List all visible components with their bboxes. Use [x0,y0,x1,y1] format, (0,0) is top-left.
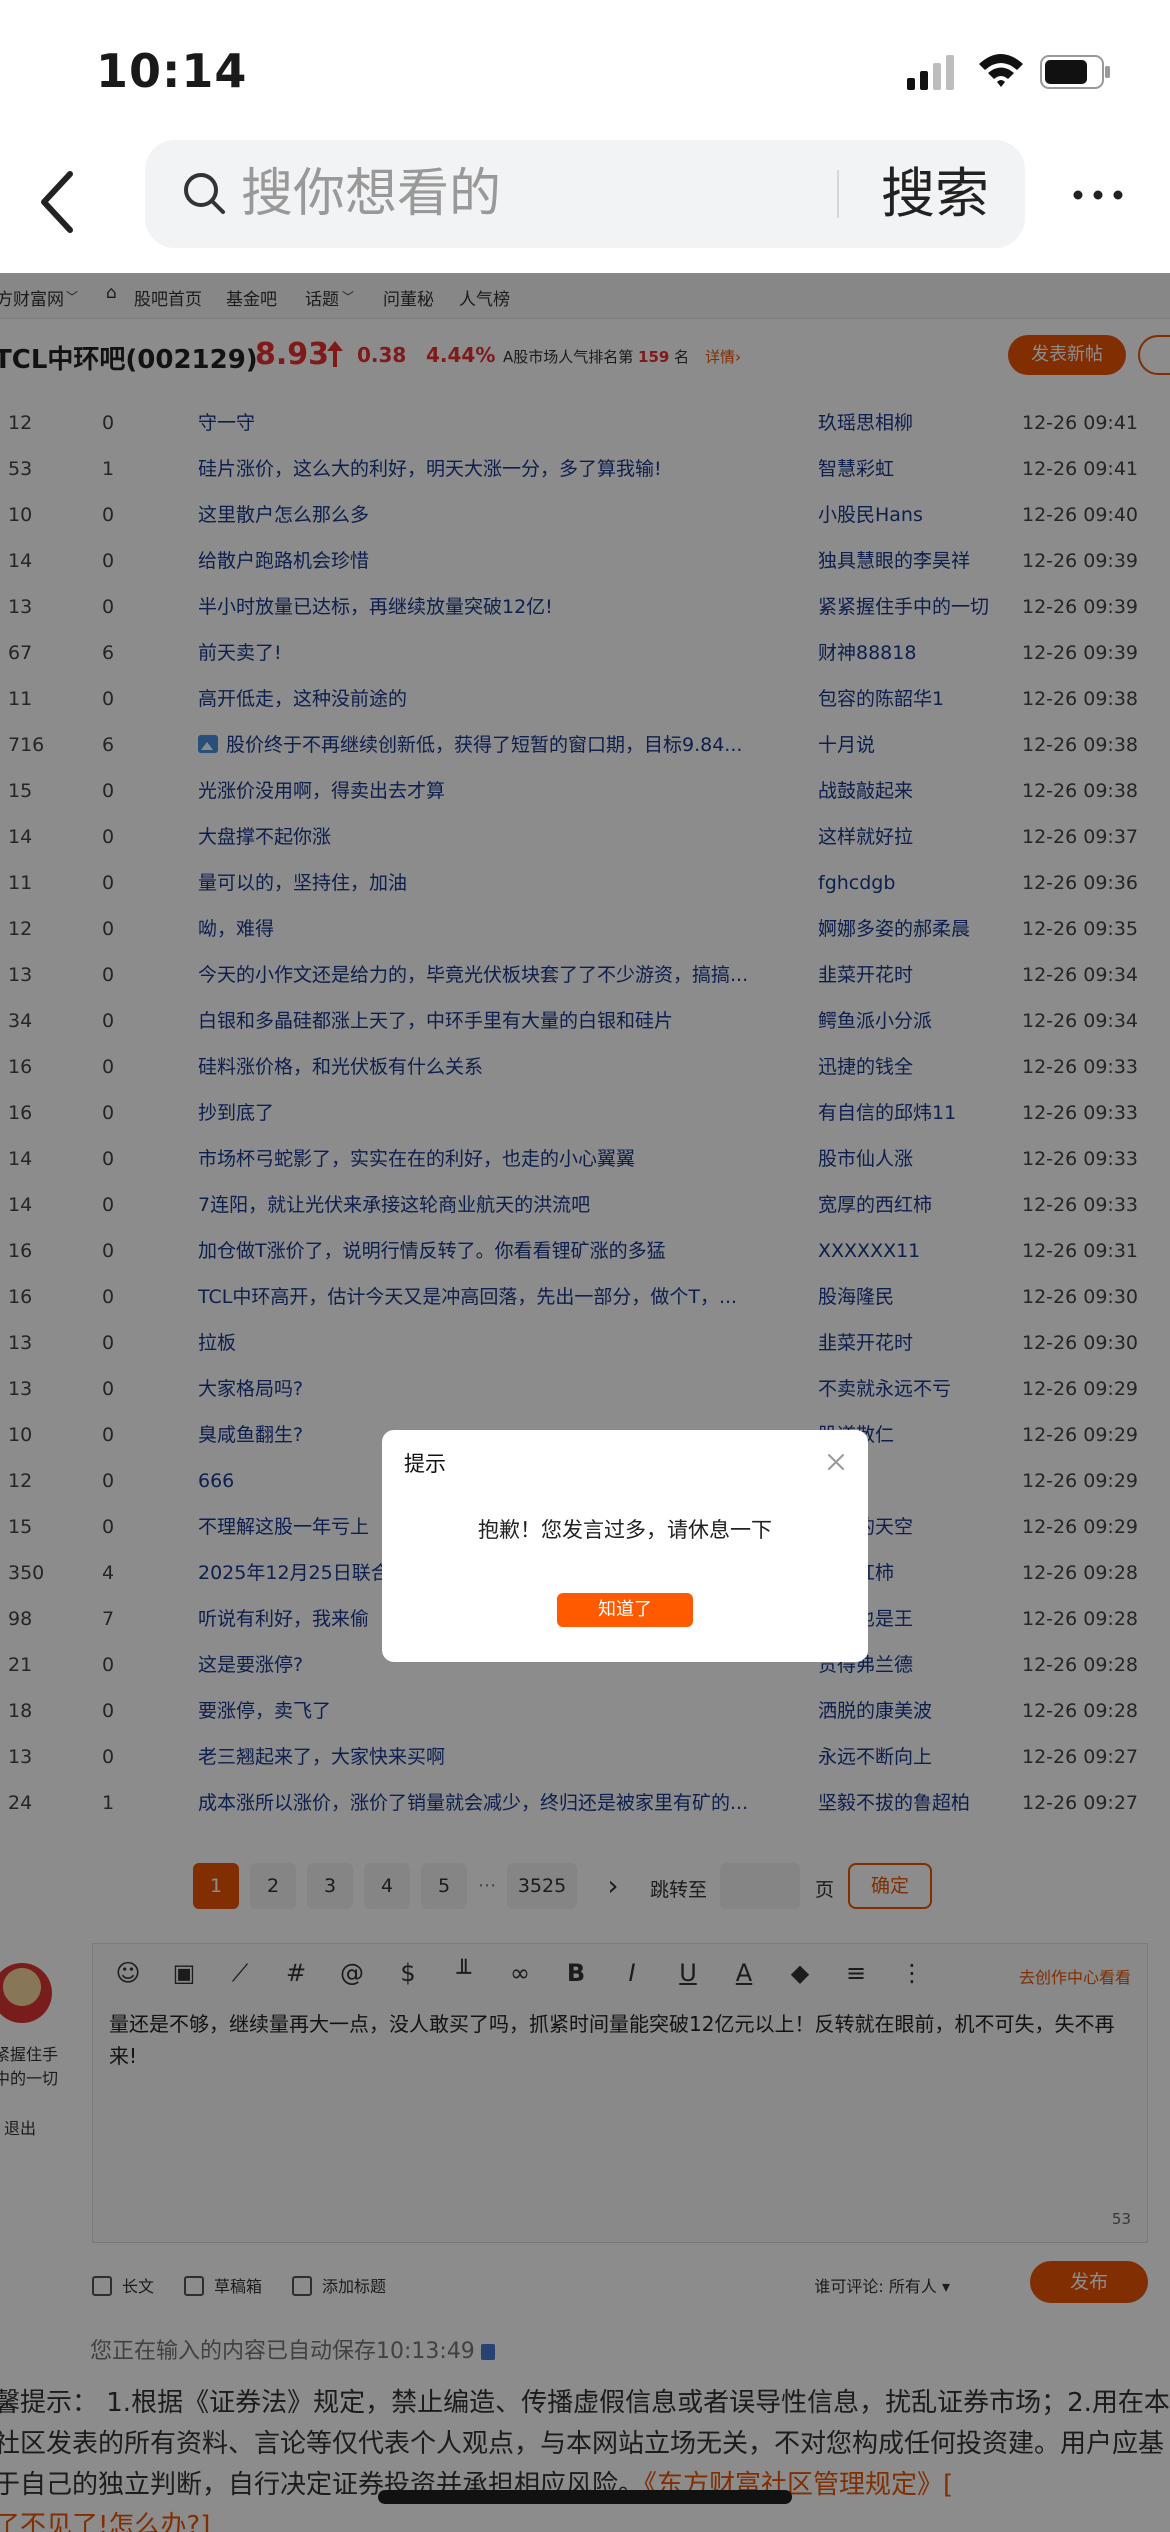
search-input[interactable] [241,156,841,232]
search-divider [837,170,839,218]
search-header: 搜索 [0,140,1170,273]
more-options-icon[interactable] [1068,180,1128,210]
alert-dialog: 提示 抱歉！您发言过多，请休息一下 知道了 [382,1430,868,1662]
status-bar: 10:14 [0,0,1170,140]
search-box: 搜索 [145,140,1025,248]
close-icon[interactable] [824,1450,848,1474]
modal-overlay[interactable] [0,273,1170,2532]
status-time: 10:14 [96,44,248,98]
wifi-icon [979,54,1023,87]
dialog-ok-button[interactable]: 知道了 [557,1593,693,1627]
home-indicator[interactable] [378,2490,792,2504]
battery-icon [1040,55,1110,89]
cellular-signal-icon [907,55,954,90]
dialog-title: 提示 [404,1452,446,1476]
search-button[interactable]: 搜索 [865,156,1005,232]
back-arrow-icon[interactable] [30,162,86,242]
dialog-message: 抱歉！您发言过多，请休息一下 [478,1518,772,1542]
search-icon [184,173,225,214]
